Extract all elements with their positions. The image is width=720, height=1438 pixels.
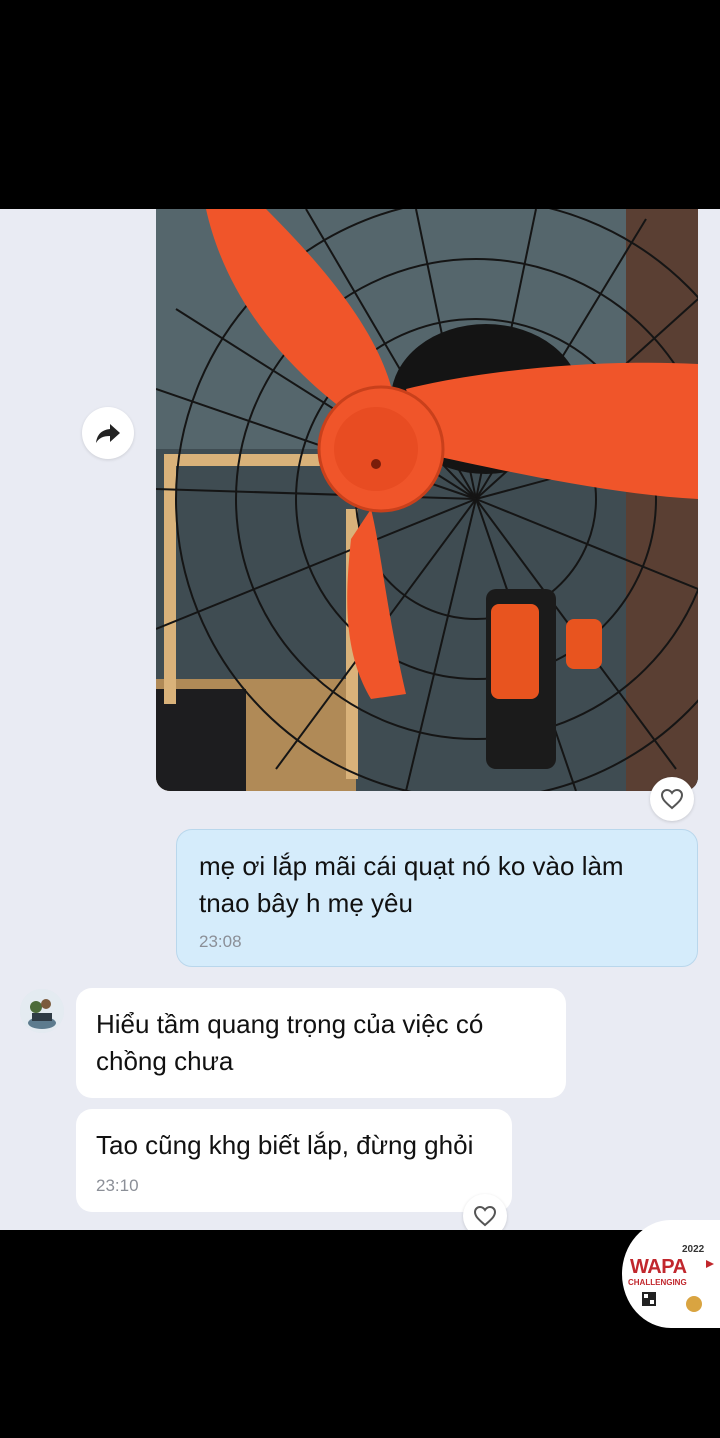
bottom-letterbox <box>0 1230 720 1438</box>
top-letterbox <box>0 0 720 209</box>
react-heart-button[interactable] <box>463 1194 507 1230</box>
message-text-line1: Hiểu tầm quang trọng của việc có <box>96 1009 484 1039</box>
message-text-line2: tnao bây h mẹ yêu <box>199 888 413 918</box>
avatar[interactable] <box>20 989 64 1033</box>
chat-area[interactable]: mẹ ơi lắp mãi cái quạt nó ko vào làm tna… <box>0 209 720 1230</box>
avatar-image <box>20 989 64 1033</box>
forward-button[interactable] <box>82 407 134 459</box>
message-text: Tao cũng khg biết lắp, đừng ghỏi <box>96 1130 474 1160</box>
incoming-message[interactable]: Hiểu tầm quang trọng của việc có chồng c… <box>76 988 566 1098</box>
message-time: 23:08 <box>199 932 242 951</box>
message-time: 23:10 <box>96 1176 139 1195</box>
heart-outline-icon <box>473 1205 497 1227</box>
watermark-graphic <box>642 1260 714 1312</box>
wapa-watermark-logo: 2022 WAPA CHALLENGING <box>622 1220 720 1328</box>
message-text-line1: mẹ ơi lắp mãi cái quạt nó ko vào làm <box>199 851 624 881</box>
message-text-line2: chồng chưa <box>96 1046 234 1076</box>
heart-outline-icon <box>660 788 684 810</box>
incoming-message[interactable]: Tao cũng khg biết lắp, đừng ghỏi 23:10 <box>76 1109 512 1212</box>
react-heart-button[interactable] <box>650 777 694 821</box>
photo-message[interactable] <box>156 209 698 791</box>
fan-photo <box>156 209 698 791</box>
outgoing-message[interactable]: mẹ ơi lắp mãi cái quạt nó ko vào làm tna… <box>176 829 698 967</box>
forward-icon <box>96 424 120 443</box>
